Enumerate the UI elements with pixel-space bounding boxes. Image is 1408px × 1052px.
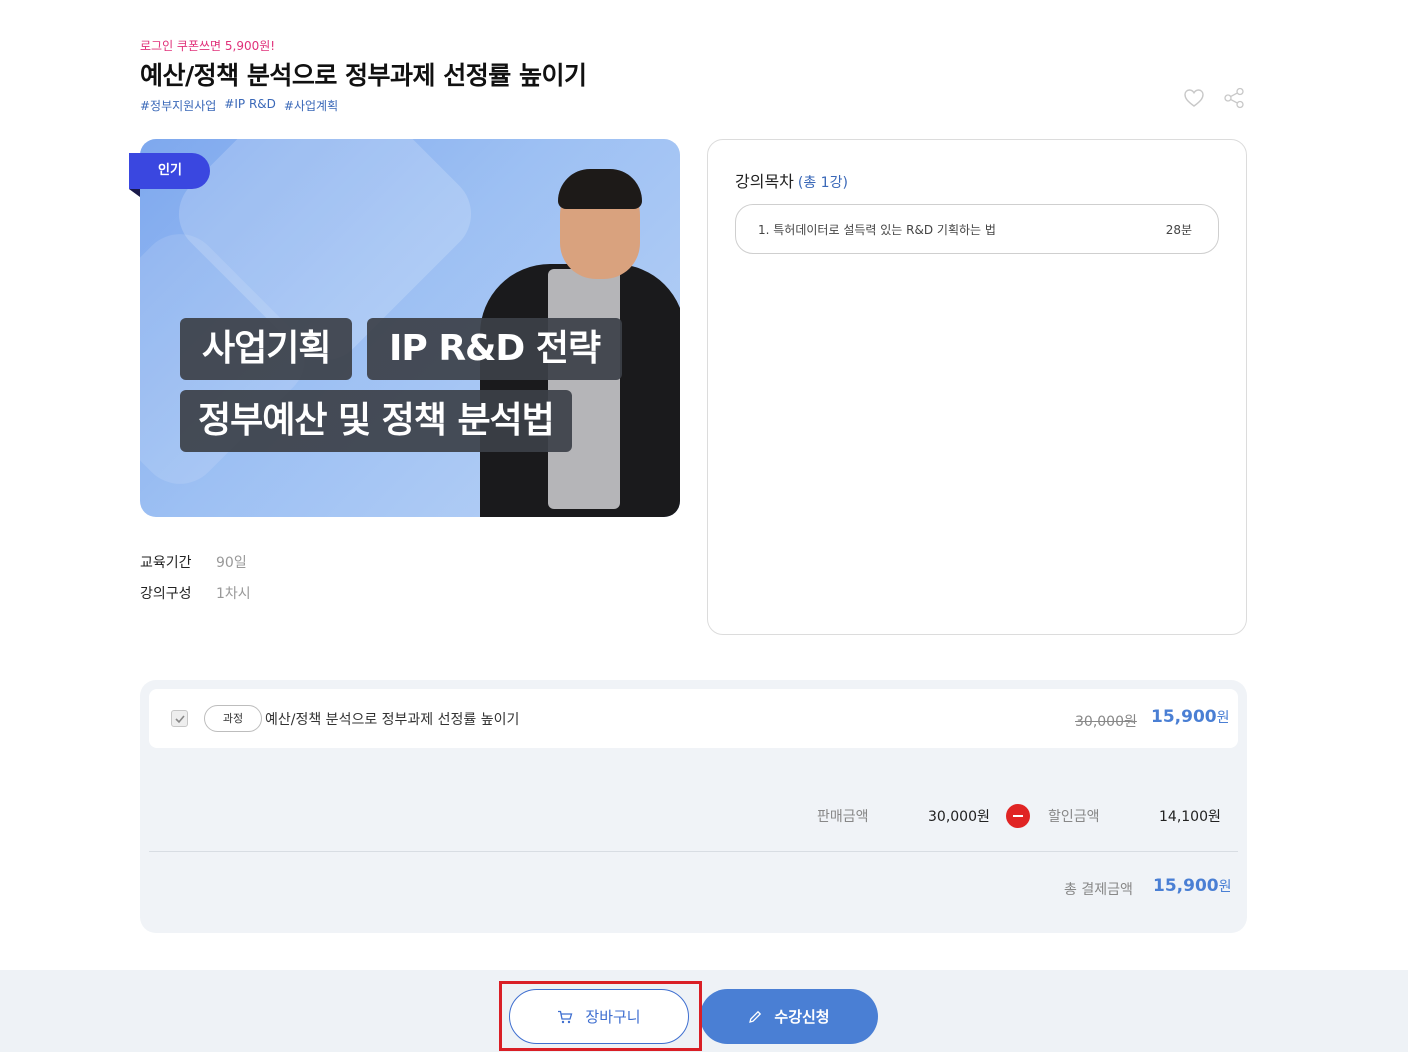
course-row: 과정 예산/정책 분석으로 정부과제 선정률 높이기 30,000원 15,90… xyxy=(149,689,1238,748)
won-unit: 원 xyxy=(1216,710,1230,726)
popular-badge: 인기 xyxy=(129,153,210,189)
tag-item[interactable]: #사업계획 xyxy=(284,97,338,114)
toc-item[interactable]: 1. 특허데이터로 설득력 있는 R&D 기획하는 법 28분 xyxy=(735,204,1219,254)
course-thumbnail: 사업기획 IP R&D 전략 정부예산 및 정책 분석법 xyxy=(140,139,680,517)
enroll-button[interactable]: 수강신청 xyxy=(700,989,878,1044)
total-label: 총 결제금액 xyxy=(1064,882,1133,898)
info-label: 강의구성 xyxy=(140,586,192,602)
toc-title-text: 강의목차 xyxy=(735,172,794,191)
order-summary: 과정 예산/정책 분석으로 정부과제 선정률 높이기 30,000원 15,90… xyxy=(140,680,1247,933)
thumbnail-label: IP R&D 전략 xyxy=(367,318,623,380)
tag-item[interactable]: #정부지원사업 xyxy=(140,97,216,114)
badge-fold xyxy=(129,189,140,197)
page-title: 예산/정책 분석으로 정부과제 선정률 높이기 xyxy=(140,61,587,90)
total-price-value: 15,900 xyxy=(1153,876,1219,896)
toc-item-title: 1. 특허데이터로 설득력 있는 R&D 기획하는 법 xyxy=(758,222,996,237)
discount-value: 14,100원 xyxy=(1159,809,1221,825)
minus-icon xyxy=(1006,804,1030,828)
toc-title: 강의목차 (총 1강) xyxy=(735,168,848,192)
pencil-icon xyxy=(749,1010,762,1023)
heart-icon[interactable] xyxy=(1183,88,1205,108)
promo-text: 로그인 쿠폰쓰면 5,900원! xyxy=(140,39,276,53)
course-name: 예산/정책 분석으로 정부과제 선정률 높이기 xyxy=(265,712,520,728)
table-of-contents: 강의목차 (총 1강) 1. 특허데이터로 설득력 있는 R&D 기획하는 법 2… xyxy=(707,139,1247,635)
instructor-hair xyxy=(558,169,642,209)
check-icon xyxy=(175,715,185,724)
instructor-shirt xyxy=(548,269,620,509)
discount-label: 할인금액 xyxy=(1048,809,1100,825)
thumbnail-label: 정부예산 및 정책 분석법 xyxy=(180,390,572,452)
share-icon[interactable] xyxy=(1223,87,1245,109)
sale-amount-label: 판매금액 xyxy=(817,809,869,825)
sale-price: 15,900원 xyxy=(1151,707,1230,727)
toc-item-duration: 28분 xyxy=(1165,222,1192,237)
highlight-box xyxy=(499,981,702,1051)
tag-item[interactable]: #IP R&D xyxy=(224,97,276,114)
original-price: 30,000원 xyxy=(1075,714,1137,730)
info-row-period: 교육기간 90일 xyxy=(140,552,247,572)
info-value: 90일 xyxy=(216,555,247,571)
info-row-lessons: 강의구성 1차시 xyxy=(140,583,251,603)
course-type-chip: 과정 xyxy=(204,705,262,732)
divider xyxy=(149,851,1238,852)
sale-price-value: 15,900 xyxy=(1151,707,1217,727)
course-checkbox[interactable] xyxy=(171,710,188,727)
thumbnail-label: 사업기획 xyxy=(180,318,353,380)
tag-list: #정부지원사업 #IP R&D #사업계획 xyxy=(140,97,338,114)
enroll-button-label: 수강신청 xyxy=(774,1008,830,1026)
info-label: 교육기간 xyxy=(140,555,192,571)
total-price: 15,900원 xyxy=(1153,876,1232,896)
info-value: 1차시 xyxy=(216,586,251,602)
sale-amount-value: 30,000원 xyxy=(928,809,990,825)
toc-count: (총 1강) xyxy=(797,175,848,191)
won-unit: 원 xyxy=(1218,879,1232,895)
